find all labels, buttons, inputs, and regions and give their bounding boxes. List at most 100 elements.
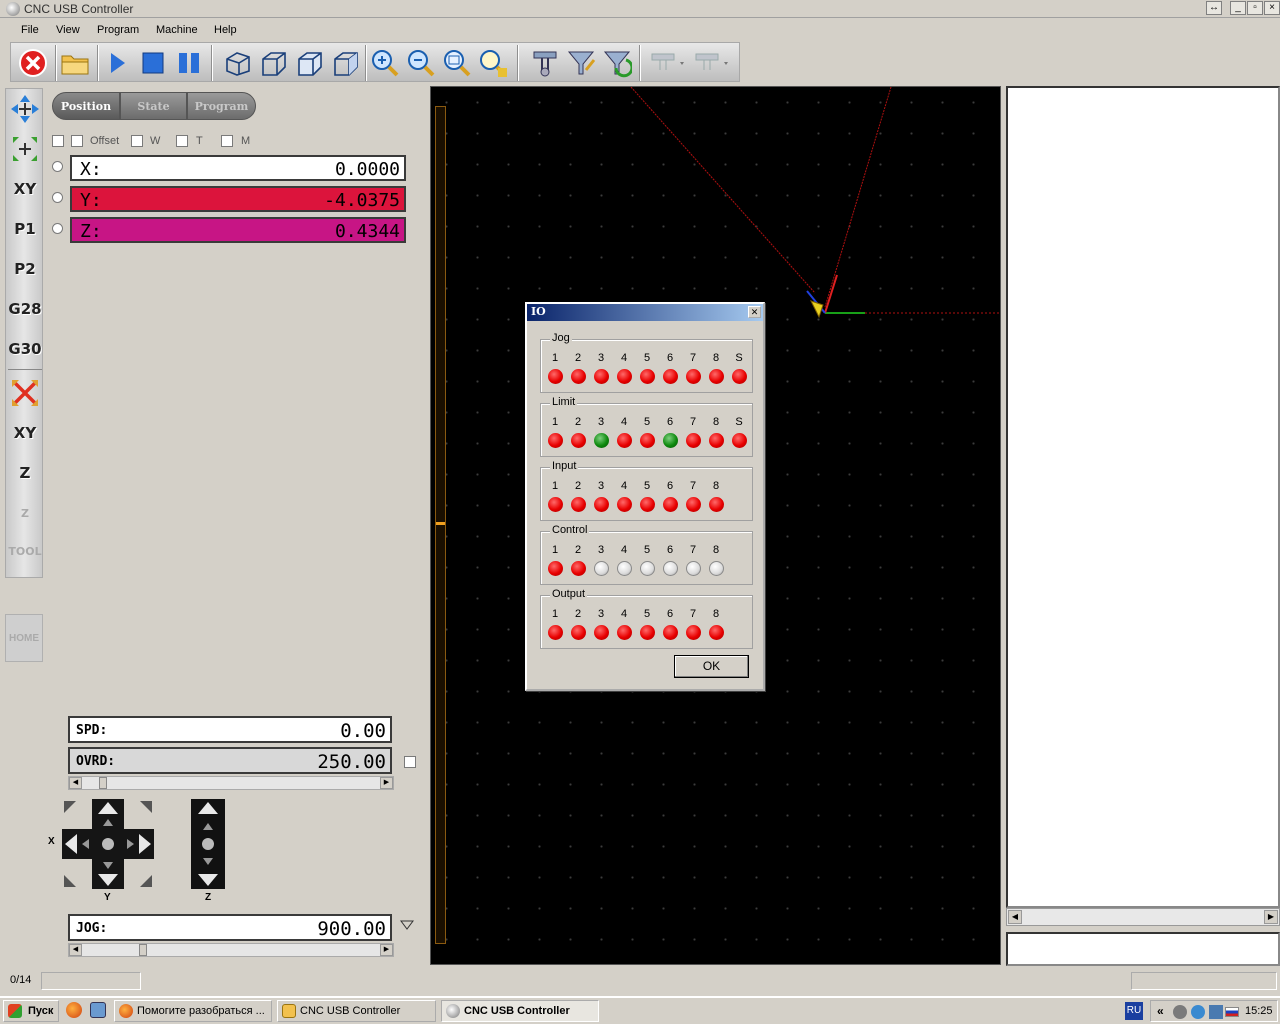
override-checkbox[interactable]	[404, 756, 416, 768]
menu-program[interactable]: Program	[97, 24, 139, 36]
pause-button[interactable]	[173, 47, 205, 79]
zoom-window-button[interactable]	[441, 47, 473, 79]
goto-xy-button[interactable]: XY	[8, 415, 42, 451]
tool-reset-button[interactable]	[601, 47, 633, 79]
m-checkbox[interactable]	[221, 135, 233, 147]
menu-file[interactable]: File	[21, 24, 39, 36]
home-button[interactable]: HOME	[5, 614, 43, 662]
dropdown-tool-a[interactable]	[647, 47, 689, 79]
override-slider-thumb[interactable]	[99, 777, 107, 789]
io-group-title: Jog	[550, 332, 572, 344]
view-side-button[interactable]	[329, 47, 361, 79]
cube-side-icon	[334, 52, 358, 76]
jog-slider-right-arrow-icon[interactable]: ▶	[380, 944, 393, 956]
override-slider[interactable]: ◀ ▶	[68, 776, 394, 790]
tab-program[interactable]: Program	[187, 92, 256, 120]
emergency-stop-button[interactable]	[17, 47, 49, 79]
gcode-listing[interactable]	[1006, 86, 1280, 908]
show-all-checkbox[interactable]	[52, 135, 64, 147]
tray-expand-chevron-icon[interactable]: «	[1157, 1004, 1164, 1018]
probe-z-button[interactable]: Z	[8, 495, 42, 531]
x-position-display: X: 0.0000	[70, 155, 406, 181]
view-top-button[interactable]	[257, 47, 289, 79]
io-group-title: Control	[550, 524, 590, 536]
zero-xy-button[interactable]: XY	[8, 171, 42, 207]
machine-setup-button[interactable]	[529, 47, 561, 79]
z-axis-radio[interactable]	[52, 223, 63, 234]
io-led-column: 7	[683, 416, 703, 448]
jog-slider[interactable]: ◀ ▶	[68, 943, 394, 957]
zoom-fit-button[interactable]	[477, 47, 509, 79]
xy-jog-pad[interactable]	[62, 799, 154, 889]
io-led-column: 2	[568, 480, 588, 512]
tab-position[interactable]: Position	[52, 92, 120, 120]
io-led-number: 7	[689, 352, 697, 364]
taskbar-task-cnc[interactable]: CNC USB Controller	[441, 1000, 599, 1022]
probe-tool-button[interactable]: TOOL	[8, 533, 42, 569]
io-led-indicator-icon	[593, 497, 609, 512]
offset-checkbox[interactable]	[71, 135, 83, 147]
mdi-command-input[interactable]	[1006, 932, 1280, 966]
scroll-left-arrow-icon[interactable]: ◀	[1008, 910, 1022, 924]
clock[interactable]: 15:25	[1245, 1005, 1273, 1017]
tray-update-icon[interactable]	[1191, 1005, 1205, 1019]
start-button[interactable]: Пуск	[3, 1000, 59, 1022]
start-label: Пуск	[28, 1005, 54, 1017]
io-led-number: 2	[574, 544, 582, 556]
y-axis-radio[interactable]	[52, 192, 63, 203]
explorer-quicklaunch-icon[interactable]	[90, 1002, 106, 1018]
tab-state[interactable]: State	[120, 92, 187, 120]
gcode-horizontal-scrollbar[interactable]: ◀ ▶	[1006, 908, 1280, 926]
restore-size-icon[interactable]: ↔	[1206, 1, 1222, 15]
goto-p1-button[interactable]: P1	[8, 211, 42, 247]
io-led-indicator-icon	[570, 561, 586, 576]
dropdown-tool-b[interactable]	[691, 47, 733, 79]
tool-change-button[interactable]	[565, 47, 597, 79]
jog-arrows-button[interactable]	[8, 91, 42, 127]
cnc-app-icon	[446, 1004, 460, 1018]
task-label: CNC USB Controller	[464, 1005, 570, 1017]
goto-g30-button[interactable]: G30	[8, 331, 42, 367]
t-checkbox[interactable]	[176, 135, 188, 147]
tray-network-icon[interactable]	[1173, 1005, 1187, 1019]
w-checkbox[interactable]	[131, 135, 143, 147]
jog-dropdown-chevron-down-icon[interactable]	[400, 920, 414, 933]
menu-help[interactable]: Help	[214, 24, 237, 36]
language-indicator[interactable]: RU	[1125, 1002, 1143, 1020]
taskbar-task-browser[interactable]: Помогите разобраться ...	[114, 1000, 272, 1022]
run-button[interactable]	[101, 47, 133, 79]
io-led-number: 3	[597, 544, 605, 556]
minimize-button[interactable]: _	[1230, 1, 1246, 15]
tray-monitor-icon[interactable]	[1209, 1005, 1223, 1019]
jog-slider-left-arrow-icon[interactable]: ◀	[69, 944, 82, 956]
firefox-quicklaunch-icon[interactable]	[66, 1002, 82, 1018]
scroll-right-arrow-icon[interactable]: ▶	[1264, 910, 1278, 924]
zoom-out-button[interactable]	[405, 47, 437, 79]
stop-button[interactable]	[137, 47, 169, 79]
close-button[interactable]: ×	[1264, 1, 1280, 15]
slider-right-arrow-icon[interactable]: ▶	[380, 777, 393, 789]
maximize-button[interactable]: ▫	[1247, 1, 1263, 15]
taskbar-task-folder[interactable]: CNC USB Controller	[277, 1000, 436, 1022]
zoom-in-button[interactable]	[369, 47, 401, 79]
tray-flag-icon[interactable]	[1225, 1007, 1239, 1017]
view-iso-button[interactable]	[221, 47, 253, 79]
slider-left-arrow-icon[interactable]: ◀	[69, 777, 82, 789]
menu-view[interactable]: View	[56, 24, 80, 36]
goto-p2-button[interactable]: P2	[8, 251, 42, 287]
io-led-column: 2	[568, 544, 588, 576]
jog-slider-thumb[interactable]	[139, 944, 147, 956]
goto-g28-button[interactable]: G28	[8, 291, 42, 327]
io-close-icon[interactable]: ✕	[748, 306, 761, 318]
goto-zero-button[interactable]	[8, 375, 42, 411]
io-led-column: 6	[660, 416, 680, 448]
menu-machine[interactable]: Machine	[156, 24, 198, 36]
open-file-button[interactable]	[59, 47, 91, 79]
view-front-button[interactable]	[293, 47, 325, 79]
x-axis-radio[interactable]	[52, 161, 63, 172]
io-ok-button[interactable]: OK	[674, 655, 749, 678]
set-zero-button[interactable]	[8, 131, 42, 167]
app-icon	[6, 2, 20, 16]
goto-z-button[interactable]: Z	[8, 455, 42, 491]
z-jog-pad[interactable]	[191, 799, 225, 889]
